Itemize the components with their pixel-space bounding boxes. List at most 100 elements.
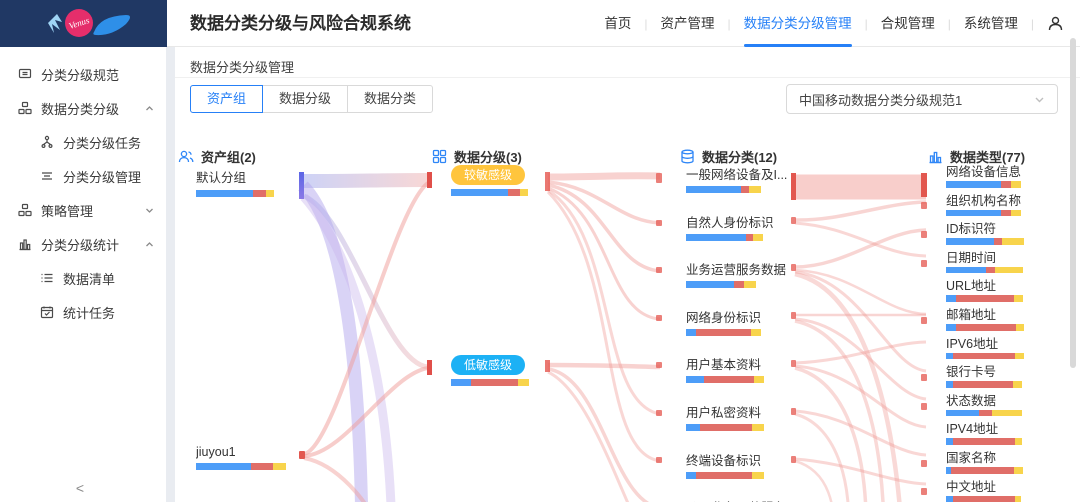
- sankey-node[interactable]: 状态数据: [946, 394, 1066, 423]
- chevron-down-icon: [1034, 94, 1045, 105]
- manage-icon: [40, 169, 54, 183]
- node-distribution-bar: [686, 281, 806, 288]
- node-label: 日期时间: [946, 251, 1064, 266]
- node-distribution-bar: [946, 410, 1066, 417]
- node-distribution-bar: [946, 467, 1066, 474]
- node-label: jiuyou1: [196, 445, 286, 459]
- sidebar-item-label: 策略管理: [41, 201, 93, 220]
- node-distribution-bar: [196, 463, 286, 470]
- sankey-node[interactable]: 用户基本资料: [686, 357, 806, 405]
- sankey-node-level-low[interactable]: 低敏感级: [451, 355, 529, 386]
- node-distribution-bar: [196, 190, 274, 197]
- sankey-node[interactable]: 组织机构名称: [946, 194, 1066, 223]
- sidebar-item-spec[interactable]: 分类分级规范: [0, 57, 166, 91]
- node-label: 银行卡号: [946, 365, 1064, 380]
- nav-compliance[interactable]: 合规管理: [881, 0, 935, 47]
- node-distribution-bar: [946, 324, 1066, 331]
- nav-system-mgmt[interactable]: 系统管理: [964, 0, 1018, 47]
- sankey-node[interactable]: 用户私密资料: [686, 405, 806, 453]
- sidebar-item-stats[interactable]: 分类分级统计: [0, 227, 166, 261]
- nav-data-classification[interactable]: 数据分类分级管理: [744, 0, 852, 47]
- sankey-node-default-group[interactable]: 默认分组: [196, 167, 274, 197]
- node-label: 国家名称: [946, 451, 1064, 466]
- node-distribution-bar: [946, 267, 1066, 274]
- app-header: Venus 数据分类分级与风险合规系统 首页 | 资产管理 | 数据分类分级管理…: [0, 0, 1080, 47]
- node-label: 组织机构名称: [946, 194, 1064, 209]
- spec-select[interactable]: 中国移动数据分类分级规范1: [786, 84, 1058, 114]
- sankey-node[interactable]: IPV4地址: [946, 422, 1066, 451]
- node-distribution-bar: [451, 379, 529, 386]
- sankey-node[interactable]: URL地址: [946, 279, 1066, 308]
- node-label: 默认分组: [196, 167, 274, 186]
- column-title: 资产组(2): [201, 147, 256, 166]
- sidebar-item-data-classify[interactable]: 数据分类分级: [0, 91, 166, 125]
- sankey-node[interactable]: 国家名称: [946, 451, 1066, 480]
- sankey-node[interactable]: 业务运营服务数据: [686, 262, 806, 310]
- node-label: 邮箱地址: [946, 308, 1064, 323]
- sidebar-divider: [166, 47, 175, 502]
- node-distribution-bar: [686, 234, 806, 241]
- sidebar-item-label: 数据清单: [63, 269, 115, 288]
- sidebar-item-classify-task[interactable]: 分类分级任务: [0, 125, 166, 159]
- sankey-node[interactable]: 邮箱地址: [946, 308, 1066, 337]
- sidebar-collapse-button[interactable]: <: [68, 480, 92, 496]
- logo-swoosh: [93, 15, 130, 35]
- column-header-data-class: 数据分类(12): [680, 147, 777, 166]
- sankey-node[interactable]: 网络身份标识: [686, 310, 806, 358]
- bar-chart-icon: [928, 149, 943, 164]
- sidebar-item-label: 分类分级统计: [41, 235, 119, 254]
- column-data-class-items: 一般网络设备及I... 自然人身份标识 业务运营服务数据: [686, 167, 806, 502]
- node-distribution-bar: [946, 181, 1066, 188]
- tab-data-class[interactable]: 数据分类: [347, 85, 433, 113]
- sankey-node[interactable]: 自然人身份标识: [686, 215, 806, 263]
- node-label: 终端设备标识: [686, 453, 804, 470]
- sidebar-item-stat-task[interactable]: 统计任务: [0, 295, 166, 329]
- nav-home[interactable]: 首页: [604, 0, 631, 47]
- sankey-node[interactable]: 终端设备标识: [686, 453, 806, 501]
- chevron-up-icon: [145, 104, 154, 113]
- classify-icon: [18, 101, 32, 115]
- chevron-down-icon: [145, 206, 154, 215]
- sidebar-item-strategy[interactable]: 策略管理: [0, 193, 166, 227]
- sidebar-item-label: 分类分级任务: [63, 133, 141, 152]
- node-distribution-bar: [946, 381, 1066, 388]
- app-window: Venus 数据分类分级与风险合规系统 首页 | 资产管理 | 数据分类分级管理…: [0, 0, 1080, 502]
- sidebar-item-label: 统计任务: [63, 303, 115, 322]
- sankey-diagram: 资产组(2) 数据分级(3) 数据分类(12): [175, 118, 1080, 502]
- sidebar-item-data-list[interactable]: 数据清单: [0, 261, 166, 295]
- sankey-node[interactable]: 日期时间: [946, 251, 1066, 280]
- nav-asset-mgmt[interactable]: 资产管理: [661, 0, 715, 47]
- nav-divider: |: [948, 17, 951, 31]
- node-label: URL地址: [946, 279, 1064, 294]
- sankey-node[interactable]: IPV6地址: [946, 337, 1066, 366]
- content-card: 资产组 数据分级 数据分类 中国移动数据分类分级规范1: [175, 77, 1080, 502]
- sankey-node[interactable]: 中文地址: [946, 480, 1066, 502]
- node-label: 网络设备信息: [946, 165, 1064, 180]
- node-distribution-bar: [451, 189, 528, 196]
- stats-icon: [18, 237, 32, 251]
- node-label: 中文地址: [946, 480, 1064, 495]
- venus-logo: Venus: [0, 0, 167, 47]
- sankey-node-jiuyou1[interactable]: jiuyou1: [196, 445, 286, 470]
- nav-divider: |: [644, 17, 647, 31]
- main-content: 数据分类分级管理 资产组 数据分级 数据分类 中国移动数据分类分级规范1: [175, 47, 1080, 502]
- tab-data-level[interactable]: 数据分级: [262, 85, 348, 113]
- sankey-node-level-medium[interactable]: 较敏感级: [451, 165, 528, 196]
- spec-icon: [18, 67, 32, 81]
- tab-asset-group[interactable]: 资产组: [190, 85, 263, 113]
- sankey-node[interactable]: ID标识符: [946, 222, 1066, 251]
- users-icon: [178, 149, 194, 164]
- sankey-node[interactable]: 银行卡号: [946, 365, 1066, 394]
- sankey-node[interactable]: 一般网络设备及I...: [686, 167, 806, 215]
- nav-divider: |: [1031, 17, 1034, 31]
- node-distribution-bar: [686, 424, 806, 431]
- node-distribution-bar: [946, 438, 1066, 445]
- node-distribution-bar: [946, 210, 1066, 217]
- column-title: 数据分类(12): [702, 147, 777, 166]
- sankey-node[interactable]: 网络设备信息: [946, 165, 1066, 194]
- user-icon[interactable]: [1047, 15, 1064, 32]
- sidebar-item-classify-manage[interactable]: 分类分级管理: [0, 159, 166, 193]
- node-distribution-bar: [686, 329, 806, 336]
- vertical-scrollbar-thumb[interactable]: [1070, 38, 1076, 368]
- sidebar-item-label: 分类分级规范: [41, 65, 119, 84]
